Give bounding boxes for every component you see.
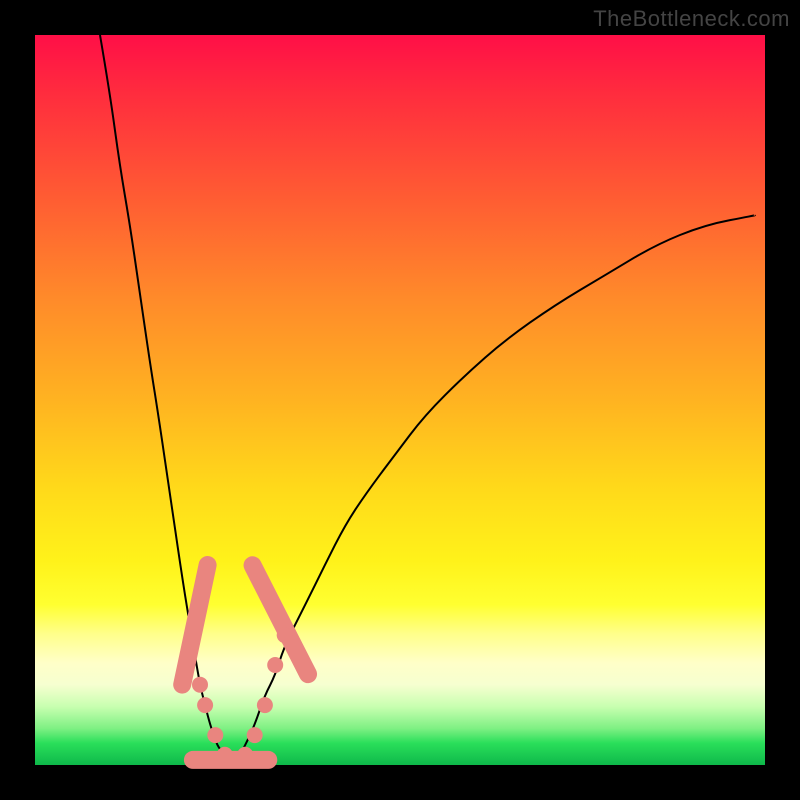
curve-right-branch xyxy=(235,215,755,765)
chart-frame: TheBottleneck.com xyxy=(0,0,800,800)
curve-left-branch xyxy=(100,35,235,765)
watermark-text: TheBottleneck.com xyxy=(593,6,790,32)
marker-left-3 xyxy=(217,747,233,763)
stadium-marker-0 xyxy=(172,554,219,695)
marker-right-3 xyxy=(267,657,283,673)
curve-layer xyxy=(35,35,765,765)
marker-left-2 xyxy=(207,727,223,743)
plot-area xyxy=(35,35,765,765)
marker-right-2 xyxy=(257,697,273,713)
marker-right-0 xyxy=(237,747,253,763)
marker-right-1 xyxy=(247,727,263,743)
marker-left-1 xyxy=(197,697,213,713)
marker-left-0 xyxy=(192,677,208,693)
marker-right-4 xyxy=(277,627,293,643)
